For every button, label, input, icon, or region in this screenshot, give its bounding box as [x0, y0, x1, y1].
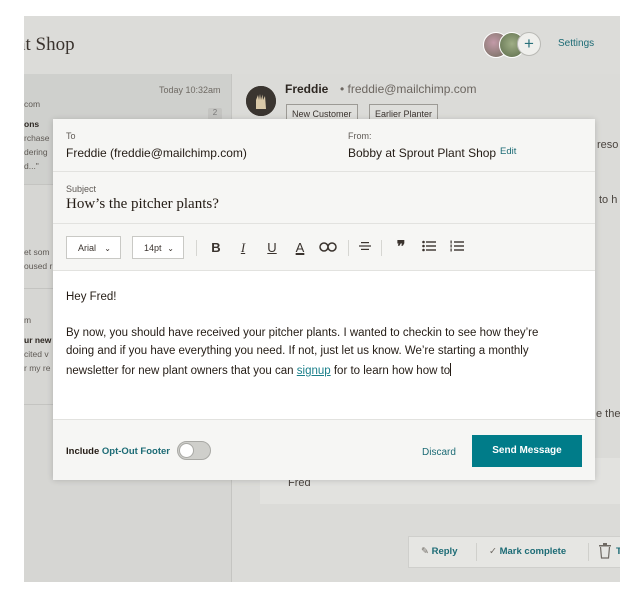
add-member-button[interactable]: +	[517, 32, 541, 56]
divider	[588, 543, 589, 561]
message-text: e the	[596, 408, 620, 420]
message-time: Today 10:32am	[159, 85, 221, 95]
message-text: reso	[597, 139, 619, 151]
to-field[interactable]: Freddie (freddie@mailchimp.com)	[66, 146, 247, 160]
toggle-knob	[179, 443, 194, 458]
from-field: Bobby at Sprout Plant Shop	[348, 146, 497, 160]
trash-button[interactable]: T	[598, 543, 620, 562]
optout-label: Include Opt-Out Footer	[66, 446, 170, 457]
body-line: newsletter for new plant owners that you…	[66, 363, 452, 377]
body-line: By now, you should have received your pi…	[66, 327, 539, 339]
text-color-icon[interactable]: A	[290, 238, 310, 258]
settings-link[interactable]: Settings	[558, 38, 594, 49]
bold-icon[interactable]: B	[206, 238, 226, 258]
subject-row: Subject How’s the pitcher plants?	[53, 172, 595, 224]
contact-avatar	[246, 86, 276, 116]
app-header: nt Shop + Settings	[24, 16, 620, 75]
font-size-select[interactable]: 14pt ⌄	[132, 236, 184, 259]
list-item-text: m	[24, 315, 32, 325]
send-message-button[interactable]: Send Message	[472, 435, 582, 467]
to-label: To	[66, 131, 76, 141]
italic-icon[interactable]: I	[233, 238, 253, 258]
discard-button[interactable]: Discard	[422, 447, 456, 458]
body-line: doing and if you have everything you nee…	[66, 345, 529, 357]
compose-footer: Include Opt-Out Footer Discard Send Mess…	[53, 419, 595, 480]
optout-toggle[interactable]	[177, 441, 211, 460]
reply-button[interactable]: ✎ Reply	[421, 546, 457, 557]
formatting-toolbar: Arial ⌄ 14pt ⌄ B I U A ❞	[53, 224, 595, 271]
message-text: to h	[599, 194, 618, 206]
signup-link[interactable]: signup	[297, 365, 331, 377]
recipients-row: To Freddie (freddie@mailchimp.com) From:…	[53, 119, 595, 172]
numbered-list-icon[interactable]	[447, 238, 467, 258]
bullet-list-icon[interactable]	[419, 238, 439, 258]
team-avatars[interactable]: +	[483, 32, 543, 58]
mark-complete-button[interactable]: ✓ Mark complete	[489, 546, 566, 557]
list-item-text: dering	[24, 147, 48, 157]
check-icon: ✓	[489, 546, 497, 557]
list-item-text: cited v	[24, 349, 49, 359]
from-label: From:	[348, 131, 372, 141]
text-cursor	[450, 363, 452, 376]
quote-icon[interactable]: ❞	[391, 238, 411, 258]
divider	[381, 240, 382, 256]
subject-input[interactable]: How’s the pitcher plants?	[66, 196, 219, 213]
subject-label: Subject	[66, 184, 97, 194]
optout-footer-link[interactable]: Opt-Out Footer	[102, 446, 170, 457]
list-item-text: ons	[24, 119, 40, 129]
list-item-text: ur new	[24, 335, 52, 345]
message-body-editor[interactable]: Hey Fred! By now, you should have receiv…	[53, 271, 595, 419]
contact-name: Freddie	[285, 82, 329, 96]
divider	[348, 240, 349, 256]
list-item-text: d..."	[24, 161, 39, 171]
list-item-text: et som	[24, 247, 50, 257]
chevron-down-icon: ⌄	[104, 244, 111, 253]
compose-modal: To Freddie (freddie@mailchimp.com) From:…	[53, 119, 595, 480]
contact-email: • freddie@mailchimp.com	[340, 82, 477, 96]
list-item-text: rchase	[24, 133, 50, 143]
font-family-select[interactable]: Arial ⌄	[66, 236, 121, 259]
list-item-text: r my re	[24, 363, 51, 373]
list-item-text: oused r	[24, 261, 53, 271]
divider	[196, 240, 197, 256]
divider	[476, 543, 477, 561]
edit-from-link[interactable]: Edit	[500, 146, 516, 157]
conversation-actions: ✎ Reply ✓ Mark complete T	[408, 536, 620, 568]
trash-icon	[599, 543, 611, 559]
link-icon[interactable]	[318, 238, 338, 258]
body-greeting: Hey Fred!	[66, 291, 117, 303]
shop-title: nt Shop	[24, 34, 75, 55]
chevron-down-icon: ⌄	[167, 244, 174, 253]
align-center-icon[interactable]	[355, 238, 375, 258]
pencil-icon: ✎	[421, 546, 429, 557]
list-item-text: com	[24, 99, 41, 109]
underline-icon[interactable]: U	[262, 238, 282, 258]
